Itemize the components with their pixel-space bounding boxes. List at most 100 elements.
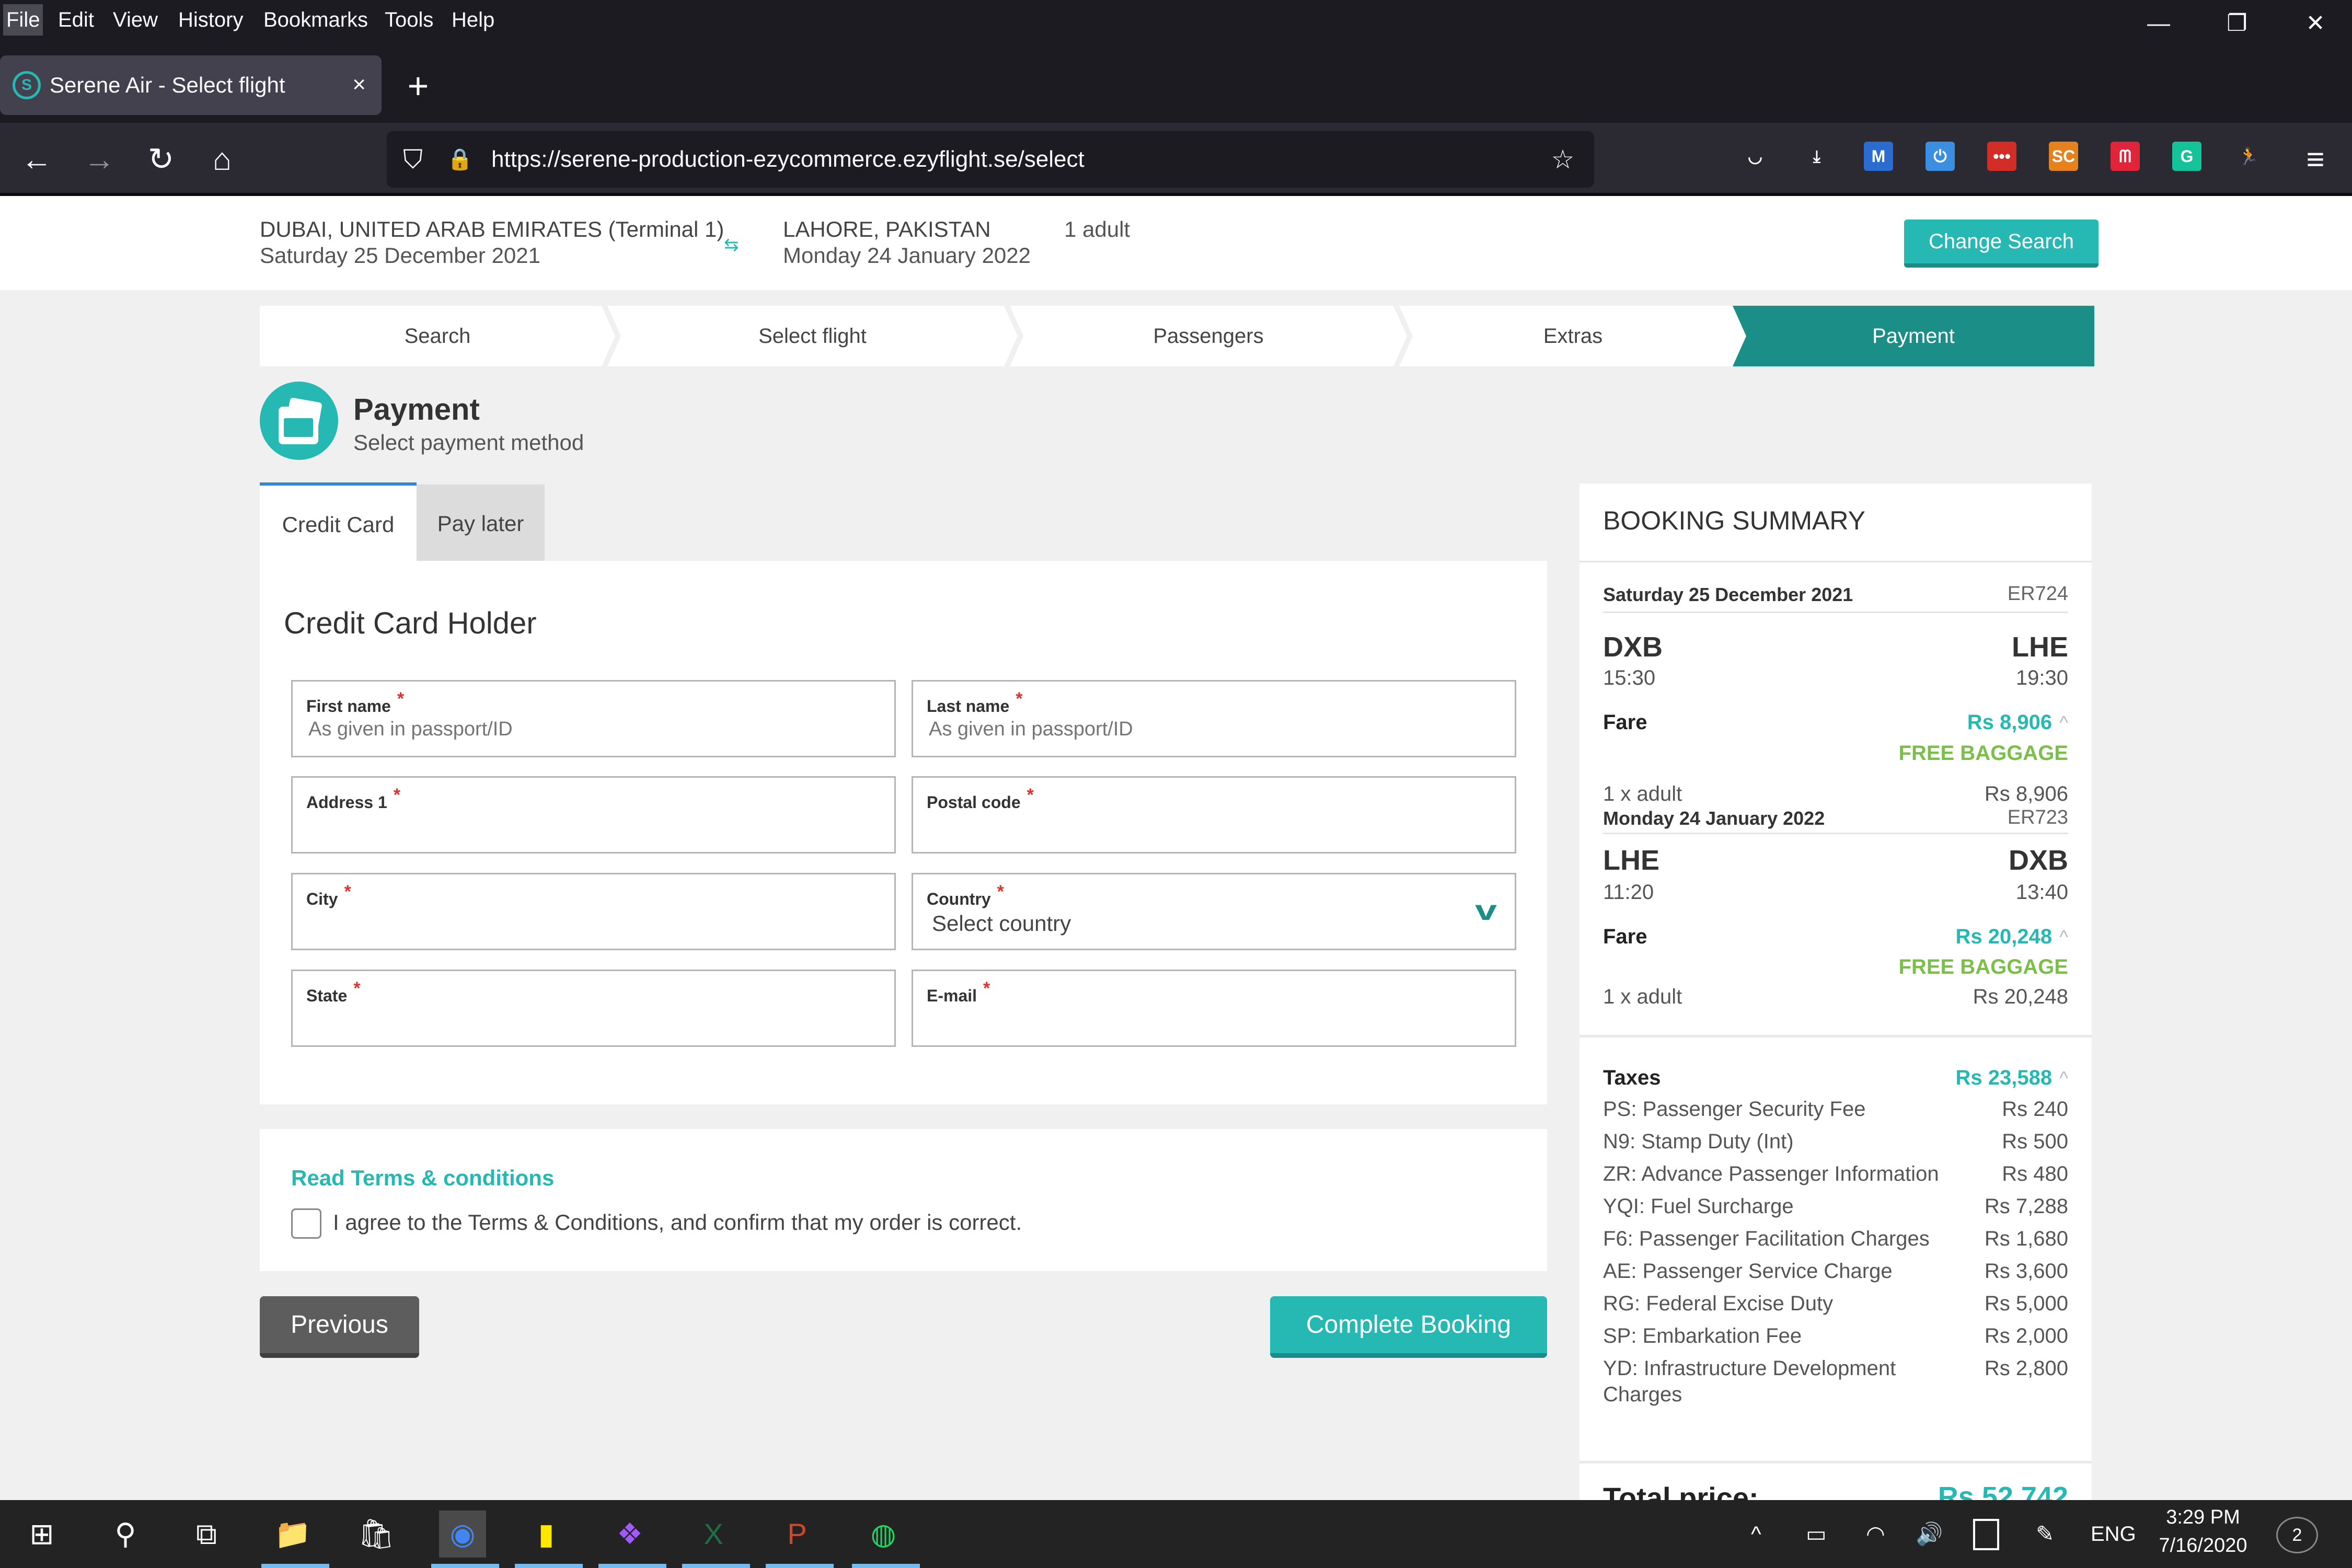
email-field[interactable]: E-mail * — [912, 970, 1516, 1047]
menu-tools[interactable]: Tools — [382, 4, 436, 36]
new-tab-button[interactable]: + — [402, 65, 434, 107]
powerpoint-icon[interactable]: P — [774, 1511, 821, 1558]
state-field[interactable]: State * — [291, 970, 896, 1047]
step-payment[interactable]: Payment — [1733, 306, 2094, 366]
first-name-input[interactable] — [308, 718, 873, 741]
pocket-icon[interactable]: ◡ — [1740, 142, 1770, 171]
tax-row: YD: Infrastructure Development Charges Rs… — [1603, 1355, 2068, 1408]
window-close-icon[interactable]: ✕ — [2281, 0, 2349, 47]
volume-icon[interactable]: 🔊 — [1916, 1516, 1943, 1552]
minimize-icon[interactable]: — — [2125, 0, 2193, 47]
language-indicator[interactable]: ENG — [2091, 1516, 2136, 1552]
postal-code-input[interactable] — [929, 814, 1493, 837]
menu-file[interactable]: File — [3, 4, 43, 36]
credit-card-holder-form: Credit Card Holder First name* Last name… — [260, 561, 1547, 1104]
country-select[interactable]: Country * Select country v — [912, 873, 1516, 950]
lastpass-icon[interactable]: ••• — [1987, 142, 2016, 171]
last-name-field[interactable]: Last name * — [912, 680, 1516, 757]
runner-extension-icon[interactable]: 🏃 — [2234, 142, 2263, 171]
menu-edit[interactable]: Edit — [55, 4, 97, 36]
step-select-flight[interactable]: Select flight — [607, 306, 1018, 366]
bookmark-star-icon[interactable]: ☆ — [1547, 144, 1578, 175]
inbound-fare-row[interactable]: Fare Rs 20,248 ^ — [1603, 925, 2068, 949]
country-selected-value[interactable]: Select country — [932, 911, 1071, 936]
malwarebytes-icon[interactable]: M — [1864, 142, 1893, 171]
tax-amount: Rs 500 — [2002, 1130, 2068, 1153]
chrome-icon[interactable]: ◉ — [439, 1511, 486, 1558]
menu-view[interactable]: View — [110, 4, 161, 36]
clock-date[interactable]: 7/16/2020 — [2153, 1535, 2253, 1557]
postal-code-field[interactable]: Postal code * — [912, 776, 1516, 854]
microsoft-store-icon[interactable]: 🛍 — [353, 1511, 400, 1558]
battery-icon[interactable]: ▭ — [1806, 1516, 1827, 1552]
menu-history[interactable]: History — [175, 4, 246, 36]
clock-time[interactable]: 3:29 PM — [2164, 1506, 2242, 1529]
terms-checkbox-label[interactable]: I agree to the Terms & Conditions, and c… — [333, 1210, 1022, 1235]
tab-close-icon[interactable]: × — [352, 69, 366, 100]
url-text[interactable]: https://serene-production-ezycommerce.ez… — [491, 143, 1085, 176]
windows-update-icon[interactable] — [1973, 1519, 1999, 1550]
outbound-flight-number: ER724 — [2007, 583, 2068, 605]
step-passengers[interactable]: Passengers — [1010, 306, 1407, 366]
state-input[interactable] — [308, 1008, 873, 1030]
booking-summary: BOOKING SUMMARY Saturday 25 December 202… — [1579, 483, 2092, 1500]
tax-label: RG: Federal Excise Duty — [1603, 1292, 1834, 1315]
browser-tab[interactable]: S Serene Air - Select flight × — [0, 55, 382, 115]
field-label: E-mail * — [927, 978, 990, 1005]
email-input[interactable] — [929, 1008, 1493, 1030]
collapse-caret-icon[interactable]: ^ — [2059, 926, 2068, 948]
url-bar[interactable]: ⛉ 🔒 https://serene-production-ezycommerc… — [387, 131, 1594, 188]
downloads-icon[interactable]: ⤓ — [1802, 142, 1831, 171]
reload-icon[interactable]: ↻ — [140, 139, 182, 180]
sticky-notes-icon[interactable]: ▮ — [523, 1511, 570, 1558]
read-terms-link[interactable]: Read Terms & conditions — [291, 1166, 554, 1191]
hamburger-menu-icon[interactable]: ≡ — [2295, 139, 2336, 180]
show-hidden-icons-chevron-icon[interactable]: ^ — [1751, 1516, 1761, 1552]
mendeley-icon[interactable]: ᗰ — [2111, 142, 2140, 171]
city-input[interactable] — [308, 911, 873, 933]
taxes-row[interactable]: Taxes Rs 23,588 ^ — [1603, 1066, 2068, 1090]
file-explorer-icon[interactable]: 📁 — [269, 1511, 316, 1558]
tab-pay-later[interactable]: Pay later — [417, 485, 545, 561]
back-icon[interactable]: ← — [16, 139, 57, 180]
previous-button[interactable]: Previous — [260, 1296, 419, 1358]
first-name-field[interactable]: First name * — [291, 680, 896, 757]
address1-field[interactable]: Address 1 * — [291, 776, 896, 854]
step-extras[interactable]: Extras — [1399, 306, 1747, 366]
spotify-icon[interactable]: ◍ — [860, 1511, 907, 1558]
outbound-fare-row[interactable]: Fare Rs 8,906 ^ — [1603, 711, 2068, 734]
task-view-icon[interactable]: ⧉ — [183, 1511, 230, 1558]
wifi-icon[interactable]: ◠ — [1866, 1516, 1885, 1552]
restore-icon[interactable]: ❐ — [2203, 0, 2271, 47]
tax-row: PS: Passenger Security Fee Rs 240 — [1603, 1096, 2068, 1122]
grammarly-icon[interactable]: G — [2172, 142, 2201, 171]
menu-bookmarks[interactable]: Bookmarks — [260, 4, 371, 36]
menu-help[interactable]: Help — [448, 4, 498, 36]
tracking-shield-icon[interactable]: ⛉ — [397, 144, 429, 175]
tab-credit-card[interactable]: Credit Card — [260, 482, 417, 561]
vpn-extension-icon[interactable]: ⏻ — [1926, 142, 1955, 171]
sc-extension-icon[interactable]: SC — [2049, 142, 2078, 171]
figma-icon[interactable]: ❖ — [606, 1511, 653, 1558]
last-name-input[interactable] — [929, 718, 1493, 741]
home-icon[interactable]: ⌂ — [201, 139, 243, 180]
complete-booking-button[interactable]: Complete Booking — [1270, 1296, 1547, 1358]
collapse-caret-icon[interactable]: ^ — [2059, 712, 2068, 733]
change-search-button[interactable]: Change Search — [1904, 220, 2099, 268]
collapse-caret-icon[interactable]: ^ — [2059, 1067, 2068, 1089]
tax-amount: Rs 480 — [2002, 1162, 2068, 1185]
city-field[interactable]: City * — [291, 873, 896, 950]
step-search[interactable]: Search — [260, 306, 615, 366]
excel-icon[interactable]: X — [690, 1511, 737, 1558]
start-button[interactable]: ⊞ — [18, 1511, 65, 1558]
taxes-total: Rs 23,588 — [1955, 1066, 2053, 1089]
forward-icon[interactable]: → — [78, 139, 120, 180]
lock-icon[interactable]: 🔒 — [444, 144, 476, 175]
pen-workspace-icon[interactable]: ✎ — [2036, 1516, 2054, 1552]
terms-checkbox[interactable] — [291, 1208, 321, 1239]
address1-input[interactable] — [308, 814, 873, 837]
notifications-icon[interactable]: 2 — [2276, 1517, 2318, 1553]
search-icon[interactable]: ⚲ — [102, 1511, 149, 1558]
chevron-down-icon[interactable]: v — [1475, 894, 1497, 927]
tax-label: AE: Passenger Service Charge — [1603, 1260, 1893, 1283]
